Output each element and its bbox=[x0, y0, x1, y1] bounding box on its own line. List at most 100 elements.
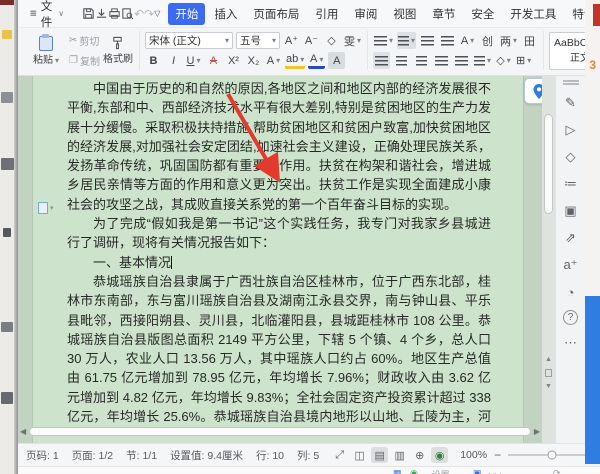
outline-view-button[interactable]: ▥ bbox=[391, 447, 408, 463]
bold-button[interactable]: B bbox=[145, 52, 162, 69]
paste-icon bbox=[39, 33, 53, 51]
tab-dev-tools[interactable]: 开发工具 bbox=[503, 3, 563, 25]
save-button[interactable] bbox=[82, 4, 95, 24]
margin-style-widget[interactable]: ▾ bbox=[38, 202, 54, 214]
shading-button[interactable]: ◇ ▾ bbox=[495, 52, 512, 69]
justify-button[interactable] bbox=[433, 52, 450, 69]
scroll-left-arrow[interactable]: ◀ bbox=[20, 427, 26, 436]
strikethrough-button[interactable]: A bbox=[205, 52, 222, 69]
font-size-select[interactable]: 五号 ▾ bbox=[235, 32, 280, 49]
prev-page-button[interactable]: ▲ bbox=[545, 356, 552, 363]
status-page-number[interactable]: 页码: 1 bbox=[26, 448, 59, 463]
chevron-down-icon: ∨ bbox=[58, 9, 65, 18]
align-left-button[interactable] bbox=[372, 52, 390, 69]
undo-icon: ↶ bbox=[134, 6, 145, 21]
shapes-button[interactable]: ◇ bbox=[561, 148, 581, 166]
zoom-slider-knob[interactable] bbox=[547, 450, 557, 460]
line-spacing-button[interactable]: ▾ bbox=[473, 52, 492, 69]
status-column[interactable]: 列: 5 bbox=[297, 448, 319, 463]
eye-protection-button[interactable]: ◉ bbox=[431, 447, 449, 463]
subscript-button[interactable]: X₂ bbox=[245, 52, 262, 69]
vertical-scrollbar-thumb[interactable] bbox=[544, 114, 553, 214]
status-bar: 页码: 1 页面: 1/2 节: 1/1 设置值: 9.4厘米 行: 10 列:… bbox=[18, 443, 597, 466]
tab-security[interactable]: 安全 bbox=[464, 3, 501, 25]
fullscreen-view-button[interactable]: ⤢ bbox=[331, 447, 348, 463]
next-page-button[interactable]: ▼ bbox=[545, 383, 552, 390]
status-line[interactable]: 行: 10 bbox=[256, 448, 284, 463]
edit-pen-button[interactable]: ✎ bbox=[561, 94, 581, 112]
tab-section[interactable]: 章节 bbox=[425, 3, 462, 25]
translate-button[interactable]: a⁺ bbox=[561, 256, 581, 274]
distribute-button[interactable] bbox=[453, 52, 470, 69]
two-page-view-button[interactable]: ◫ bbox=[351, 447, 368, 463]
tab-insert[interactable]: 插入 bbox=[207, 3, 244, 25]
web-view-button[interactable]: ⊕ bbox=[411, 447, 428, 463]
highlight-color-button[interactable]: ab ▾ bbox=[284, 52, 306, 69]
font-color-button[interactable]: A ▾ bbox=[308, 52, 326, 69]
font-name-select[interactable]: 宋体 (正文) ▾ bbox=[144, 32, 233, 49]
borders-button[interactable]: ⊞ ▾ bbox=[515, 52, 532, 69]
status-page-of-total[interactable]: 页面: 1/2 bbox=[72, 448, 113, 463]
help-circle-button[interactable]: ? bbox=[563, 310, 578, 325]
character-shading-button[interactable]: A bbox=[328, 52, 346, 69]
align-center-button[interactable] bbox=[393, 52, 410, 69]
tab-references[interactable]: 引用 bbox=[308, 3, 345, 25]
print-preview-button[interactable] bbox=[121, 4, 134, 24]
document-page[interactable]: 中国由于历史的和自然的原因,各地区之间和地区内部的经济发展很不平衡,东部和中、西… bbox=[33, 76, 523, 443]
select-pointer-button[interactable]: ▷ bbox=[561, 121, 581, 139]
history-button[interactable]: ◔ bbox=[561, 283, 581, 301]
pinyin-guide-button[interactable]: 雯 ▾ bbox=[343, 32, 362, 49]
text-effects-button[interactable]: A ▾ bbox=[265, 52, 282, 69]
copy-button[interactable]: ❐ 复制 bbox=[67, 52, 102, 69]
adjust-settings-button[interactable]: ≔ bbox=[561, 175, 581, 193]
grow-font-button[interactable]: A⁺ bbox=[283, 32, 300, 49]
font-size-value: 五号 bbox=[239, 35, 261, 47]
image-tool-button[interactable]: ▣ bbox=[561, 202, 581, 220]
shrink-font-button[interactable]: A⁻ bbox=[303, 32, 320, 49]
share-button[interactable]: ⇗ bbox=[561, 229, 581, 247]
undo-button[interactable]: ↶ bbox=[134, 4, 144, 24]
tab-view[interactable]: 视图 bbox=[386, 3, 423, 25]
drag-handle-icon[interactable] bbox=[562, 80, 579, 85]
page-view-button[interactable]: ▤ bbox=[371, 447, 389, 463]
page-indicator-icon[interactable] bbox=[545, 369, 552, 377]
export-button[interactable] bbox=[95, 4, 108, 24]
tab-review[interactable]: 审阅 bbox=[347, 3, 384, 25]
increase-indent-button[interactable] bbox=[439, 32, 456, 49]
customize-quickbar-button[interactable]: ▽ bbox=[154, 4, 160, 24]
clear-format-button[interactable]: ◇ bbox=[323, 32, 340, 49]
heading-basic-info: 一、基本情况 bbox=[93, 254, 173, 270]
status-setting-value[interactable]: 设置值: 9.4厘米 bbox=[170, 448, 243, 463]
redo-button[interactable]: ↷ bbox=[144, 4, 154, 24]
italic-button[interactable]: I bbox=[165, 52, 182, 69]
sort-button[interactable]: 创 bbox=[479, 32, 496, 49]
more-tools-button[interactable]: ⋯ bbox=[561, 334, 581, 352]
horizontal-scrollbar[interactable]: ◀ ▶ bbox=[20, 426, 540, 437]
cut-button[interactable]: ✂ 剪切 bbox=[67, 32, 102, 49]
align-right-button[interactable] bbox=[413, 52, 430, 69]
zoom-level[interactable]: 100% bbox=[460, 449, 487, 461]
tab-page-layout[interactable]: 页面布局 bbox=[246, 3, 306, 25]
side-toolbar: ✎ ▷ ◇ ≔ ▣ ⇗ a⁺ ◔ ? ⋯ bbox=[555, 76, 585, 443]
tab-home[interactable]: 开始 bbox=[168, 2, 206, 25]
bullet-list-button[interactable]: ▾ bbox=[373, 32, 394, 49]
document-area[interactable]: 中国由于历史的和自然的原因,各地区之间和地区内部的经济发展很不平衡,东部和中、西… bbox=[18, 76, 585, 443]
format-painter-button[interactable]: 格式刷 bbox=[102, 31, 134, 70]
insert-table-button[interactable]: 田 bbox=[521, 32, 538, 49]
file-menu-label: 文件 bbox=[40, 0, 53, 29]
status-section[interactable]: 节: 1/1 bbox=[126, 448, 157, 463]
zoom-slider[interactable] bbox=[508, 450, 597, 460]
cn-layout-button[interactable]: 两 ▾ bbox=[499, 32, 518, 49]
horizontal-scrollbar-thumb[interactable] bbox=[29, 427, 531, 436]
text-direction-button[interactable]: A ▾ bbox=[459, 32, 476, 49]
redo-icon: ↷ bbox=[144, 6, 155, 21]
document-text[interactable]: 中国由于历史的和自然的原因,各地区之间和地区内部的经济发展很不平衡,东部和中、西… bbox=[67, 79, 491, 431]
paste-button[interactable]: 粘贴 ▾ bbox=[29, 31, 63, 70]
superscript-button[interactable]: X² bbox=[225, 52, 242, 69]
print-button[interactable] bbox=[108, 4, 121, 24]
zoom-out-button[interactable]: − bbox=[494, 448, 501, 462]
scroll-right-arrow[interactable]: ▶ bbox=[534, 427, 540, 436]
underline-button[interactable]: U ▾ bbox=[185, 52, 202, 69]
numbered-list-button[interactable]: ▾ bbox=[397, 32, 417, 49]
decrease-indent-button[interactable] bbox=[419, 32, 436, 49]
